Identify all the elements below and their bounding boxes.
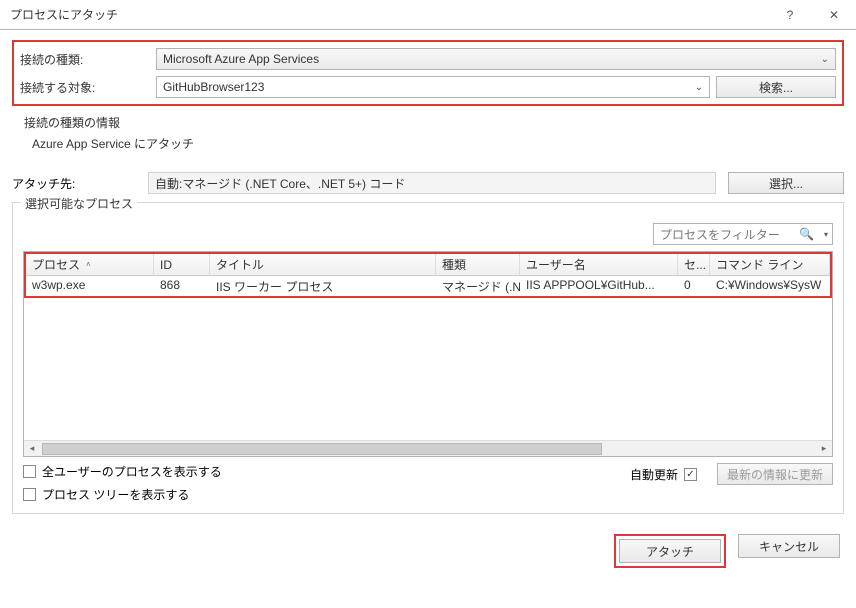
available-processes-group: 選択可能なプロセス プロセスをフィルター 🔍 ▾ プロセス˄ ID タイトル 種… [12,202,844,514]
window-title: プロセスにアタッチ [10,6,118,23]
titlebar: プロセスにアタッチ ? ✕ [0,0,856,30]
horizontal-scrollbar[interactable]: ◂ ▸ [24,440,832,456]
select-button[interactable]: 選択... [728,172,844,194]
chevron-down-icon: ⌄ [695,82,703,93]
show-all-users-checkbox[interactable]: 全ユーザーのプロセスを表示する [23,463,222,480]
column-process[interactable]: プロセス˄ [26,254,154,275]
table-header: プロセス˄ ID タイトル 種類 ユーザー名 セ... コマンド ライン [26,254,830,276]
scroll-right-icon[interactable]: ▸ [816,443,832,454]
column-id[interactable]: ID [154,254,210,275]
close-icon[interactable]: ✕ [812,0,856,30]
column-session[interactable]: セ... [678,254,710,275]
table-row[interactable]: w3wp.exe 868 IIS ワーカー プロセス マネージド (.N... … [26,276,830,296]
table-body-empty [24,298,832,440]
cell-title: IIS ワーカー プロセス [210,276,436,296]
attach-to-label: アタッチ先: [12,175,148,192]
checkbox-icon [23,488,36,501]
column-cmd[interactable]: コマンド ライン [710,254,830,275]
connection-target-value: GitHubBrowser123 [163,80,264,94]
checkbox-icon [23,465,36,478]
sort-up-icon: ˄ [86,260,91,269]
search-icon: 🔍 [799,227,814,241]
connection-highlight-box: 接続の種類: Microsoft Azure App Services ⌄ 接続… [12,40,844,106]
cancel-button[interactable]: キャンセル [738,534,840,558]
column-title[interactable]: タイトル [210,254,436,275]
attach-button-highlight: アタッチ [614,534,726,568]
chevron-down-icon: ▾ [824,230,828,239]
connection-target-label: 接続する対象: [20,79,156,96]
cell-type: マネージド (.N... [436,276,520,296]
process-table: プロセス˄ ID タイトル 種類 ユーザー名 セ... コマンド ライン w3w… [23,251,833,457]
group-legend: 選択可能なプロセス [21,195,137,212]
scroll-thumb[interactable] [42,443,602,455]
auto-update-checkbox[interactable]: 自動更新 [630,466,703,483]
connection-type-label: 接続の種類: [20,51,156,68]
help-icon[interactable]: ? [768,0,812,30]
connection-info-text: Azure App Service にアタッチ [32,135,840,152]
refresh-button[interactable]: 最新の情報に更新 [717,463,833,485]
attach-button[interactable]: アタッチ [619,539,721,563]
connection-type-dropdown[interactable]: Microsoft Azure App Services ⌄ [156,48,836,70]
column-type[interactable]: 種類 [436,254,520,275]
cell-session: 0 [678,276,710,296]
connection-info-title: 接続の種類の情報 [24,114,840,131]
process-filter-input[interactable]: プロセスをフィルター 🔍 ▾ [653,223,833,245]
attach-to-field: 自動:マネージド (.NET Core、.NET 5+) コード [148,172,716,194]
attach-to-value: 自動:マネージド (.NET Core、.NET 5+) コード [155,175,405,192]
connection-type-value: Microsoft Azure App Services [163,52,319,66]
scroll-left-icon[interactable]: ◂ [24,443,40,454]
column-user[interactable]: ユーザー名 [520,254,678,275]
filter-placeholder: プロセスをフィルター [660,226,780,243]
show-process-tree-checkbox[interactable]: プロセス ツリーを表示する [23,486,222,503]
search-button[interactable]: 検索... [716,76,836,98]
cell-process: w3wp.exe [26,276,154,296]
cell-user: IIS APPPOOL¥GitHub... [520,276,678,296]
chevron-down-icon: ⌄ [821,54,829,65]
checkbox-checked-icon [684,468,697,481]
connection-target-dropdown[interactable]: GitHubBrowser123 ⌄ [156,76,710,98]
cell-cmd: C:¥Windows¥SysW [710,276,830,296]
cell-id: 868 [154,276,210,296]
